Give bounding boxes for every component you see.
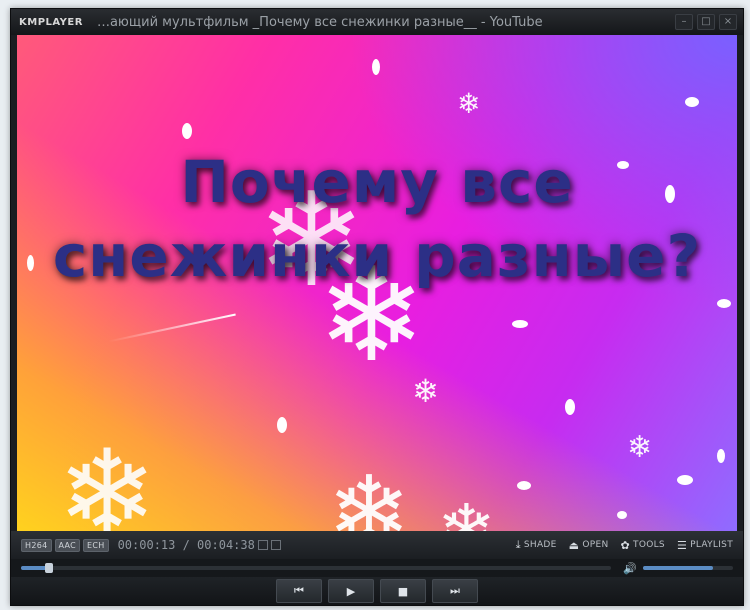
timecode[interactable]: 00:00:13 / 00:04:38 bbox=[118, 538, 255, 552]
window-title: …ающий мультфильм _Почему все снежинки р… bbox=[96, 14, 543, 30]
kmplayer-window: KMPLAYER …ающий мультфильм _Почему все с… bbox=[10, 8, 744, 606]
snowflake-icon: ❄ bbox=[412, 372, 439, 410]
volume-icon[interactable]: 🔊 bbox=[623, 562, 637, 575]
codec-badge-audio: AAC bbox=[54, 538, 81, 552]
maximize-button[interactable]: □ bbox=[697, 14, 715, 30]
snow-dot bbox=[565, 399, 575, 415]
video-headline: Почему все снежинки разные? bbox=[17, 145, 737, 293]
window-controls: – □ × bbox=[675, 14, 737, 30]
fullscreen-icon[interactable] bbox=[270, 540, 281, 550]
volume-fill bbox=[643, 566, 714, 570]
playlist-button[interactable]: ☰ PLAYLIST bbox=[677, 539, 733, 552]
shade-button[interactable]: ⤓ SHADE bbox=[516, 538, 557, 552]
snow-dot bbox=[277, 417, 287, 433]
snowflake-icon: ❄ bbox=[437, 489, 496, 531]
tools-button[interactable]: ✿ TOOLS bbox=[621, 539, 665, 552]
volume-slider[interactable] bbox=[643, 566, 733, 570]
seek-bar[interactable] bbox=[21, 563, 612, 573]
headline-line-2: снежинки разные? bbox=[52, 222, 702, 290]
list-icon: ☰ bbox=[676, 538, 688, 552]
snowflake-icon: ❄ bbox=[627, 430, 653, 465]
snowflake-icon: ❄ bbox=[327, 454, 411, 532]
play-button[interactable]: ▶ bbox=[328, 579, 374, 603]
next-button[interactable]: ⏭ bbox=[432, 579, 478, 603]
previous-button[interactable]: ⏮ bbox=[276, 579, 322, 603]
seek-handle[interactable] bbox=[44, 563, 53, 573]
stop-button[interactable]: ■ bbox=[380, 579, 426, 603]
app-logo[interactable]: KMPLAYER bbox=[19, 17, 83, 28]
snow-dot bbox=[512, 320, 528, 328]
control-bar-actions: ⤓ SHADE ⏏ OPEN ✿ TOOLS ☰ PLAYLIST bbox=[516, 538, 733, 552]
light-streak bbox=[108, 313, 236, 343]
codec-badge-ech: ECH bbox=[83, 538, 109, 552]
tools-label: TOOLS bbox=[633, 540, 665, 550]
playlist-label: PLAYLIST bbox=[690, 540, 733, 550]
seek-row: 🔊 bbox=[11, 559, 743, 577]
open-button[interactable]: ⏏ OPEN bbox=[569, 539, 609, 552]
snowflake-icon: ❄ bbox=[57, 425, 158, 532]
close-button[interactable]: × bbox=[719, 14, 737, 30]
snow-dot bbox=[685, 97, 699, 107]
gear-icon: ✿ bbox=[620, 538, 631, 552]
snapshot-icon[interactable] bbox=[257, 540, 268, 550]
open-label: OPEN bbox=[582, 540, 609, 550]
shade-label: SHADE bbox=[523, 540, 557, 550]
control-bar: H264 AAC ECH 00:00:13 / 00:04:38 ⤓ SHADE… bbox=[11, 531, 743, 559]
snow-dot bbox=[717, 299, 731, 308]
headline-line-1: Почему все bbox=[180, 148, 574, 216]
title-bar[interactable]: KMPLAYER …ающий мультфильм _Почему все с… bbox=[11, 9, 743, 35]
snow-dot bbox=[182, 123, 192, 139]
transport-controls: ⏮ ▶ ■ ⏭ bbox=[11, 577, 743, 605]
snow-dot bbox=[372, 59, 380, 75]
video-area[interactable]: ❄ ❄ ❄ ❄ ❄ ❄ ❄ ❄ Почему все снежинки разн… bbox=[17, 35, 737, 531]
snowflake-icon: ❄ bbox=[457, 87, 481, 120]
snow-dot bbox=[717, 449, 725, 463]
minimize-button[interactable]: – bbox=[675, 14, 693, 30]
eject-icon: ⏏ bbox=[568, 538, 580, 552]
snow-dot bbox=[617, 511, 627, 519]
snow-dot bbox=[517, 481, 531, 490]
shade-icon: ⤓ bbox=[515, 538, 521, 551]
codec-badge-video: H264 bbox=[21, 538, 52, 552]
snow-dot bbox=[677, 475, 693, 485]
